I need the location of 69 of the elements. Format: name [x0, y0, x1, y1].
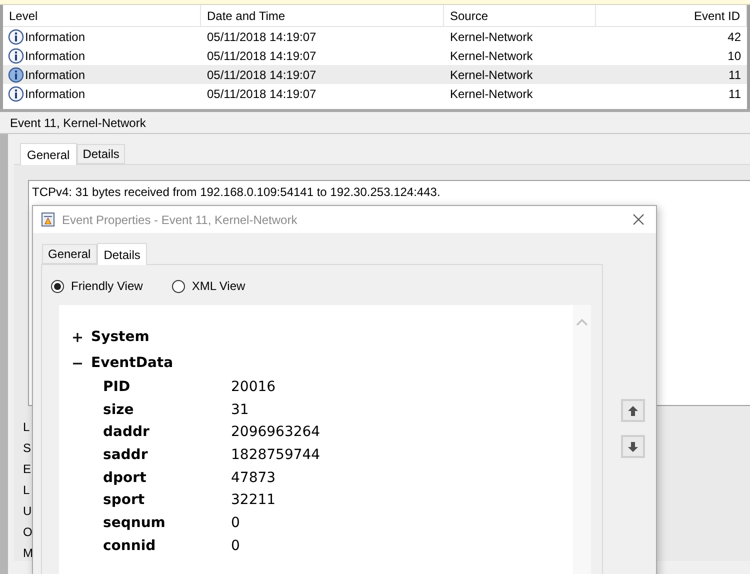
- field-label: L: [23, 483, 31, 498]
- field-value: 47873: [231, 468, 276, 488]
- field-name: daddr: [103, 423, 150, 442]
- table-cell-text: Information: [25, 66, 86, 84]
- dialog-title: Event Properties - Event 11, Kernel-Network: [62, 212, 298, 228]
- info-icon: [8, 48, 24, 64]
- table-cell-text: Information: [25, 28, 86, 46]
- close-button[interactable]: [630, 212, 646, 228]
- field-label: M: [23, 546, 33, 561]
- table-cell-text: 42: [728, 28, 741, 46]
- field-value: 20016: [231, 378, 276, 397]
- field-value: 1828759744: [231, 446, 320, 465]
- close-icon: [632, 214, 644, 225]
- table-cell: 05/11/2018 14:19:07: [207, 86, 316, 100]
- field-value: 2096963264: [231, 423, 320, 442]
- column-header[interactable]: Date and Time: [201, 5, 444, 26]
- plus-icon: [73, 332, 82, 342]
- field-label: E: [23, 462, 32, 477]
- tree-node[interactable]: EventData: [73, 350, 573, 376]
- info-icon: [8, 86, 24, 102]
- table-cell-text: Information: [25, 48, 86, 64]
- table-cell: Kernel-Network: [450, 30, 533, 44]
- field-value: 31: [231, 400, 249, 420]
- info-icon: [8, 28, 24, 44]
- table-cell: 05/11/2018 14:19:07: [207, 68, 316, 82]
- scrollbar[interactable]: [573, 305, 591, 574]
- radio-option[interactable]: XML View: [172, 277, 246, 295]
- field-label: S: [23, 441, 32, 456]
- field-label: O: [23, 525, 33, 540]
- up-arrow-icon: [627, 404, 639, 416]
- field-name: connid: [103, 536, 157, 556]
- event-row[interactable]: Information 05/11/2018 14:19:07 Kernel-Network 11: [3, 65, 747, 84]
- field-name: dport: [103, 468, 148, 488]
- table-cell: 05/11/2018 14:19:07: [207, 30, 316, 44]
- event-description: TCPv4: 31 bytes received from 192.168.0.109:54141 to 192.30.253.124:443.: [32, 185, 440, 199]
- field-value: 32211: [231, 491, 276, 510]
- field-name: seqnum: [103, 514, 166, 533]
- table-cell: 05/11/2018 14:19:07: [207, 48, 316, 62]
- tab[interactable]: General: [20, 143, 77, 165]
- field-value: 0: [231, 536, 240, 556]
- field-label: U: [23, 504, 33, 519]
- column-header[interactable]: Level: [3, 5, 201, 26]
- event-title: Event 11, Kernel-Network: [10, 114, 146, 132]
- move-down-button[interactable]: [621, 435, 645, 458]
- field-name: size: [103, 400, 135, 420]
- field-name: saddr: [103, 446, 149, 465]
- table-cell-text: 11: [728, 66, 741, 84]
- radio-option[interactable]: Friendly View: [51, 277, 143, 295]
- table-cell: Kernel-Network: [450, 48, 533, 62]
- table-cell-text: 10: [728, 48, 741, 64]
- field-name: PID: [103, 378, 132, 397]
- column-header[interactable]: Source: [444, 5, 596, 26]
- table-cell: Kernel-Network: [450, 86, 533, 100]
- move-up-button[interactable]: [621, 399, 645, 422]
- field-name: sport: [103, 491, 146, 510]
- tab[interactable]: Details: [76, 144, 126, 164]
- table-cell: Kernel-Network: [450, 68, 533, 82]
- tab[interactable]: Details: [96, 243, 148, 265]
- event-log-icon: [41, 212, 55, 227]
- info-icon: [8, 66, 24, 82]
- tree-node[interactable]: System: [73, 324, 573, 350]
- scroll-up-icon: [576, 319, 588, 326]
- column-header[interactable]: Event ID: [596, 5, 747, 26]
- table-cell-text: 11: [728, 86, 741, 102]
- field-value: 0: [231, 514, 240, 533]
- tab[interactable]: General: [42, 244, 97, 264]
- table-cell-text: Information: [25, 86, 86, 102]
- down-arrow-icon: [627, 440, 639, 452]
- field-label: L: [23, 420, 31, 435]
